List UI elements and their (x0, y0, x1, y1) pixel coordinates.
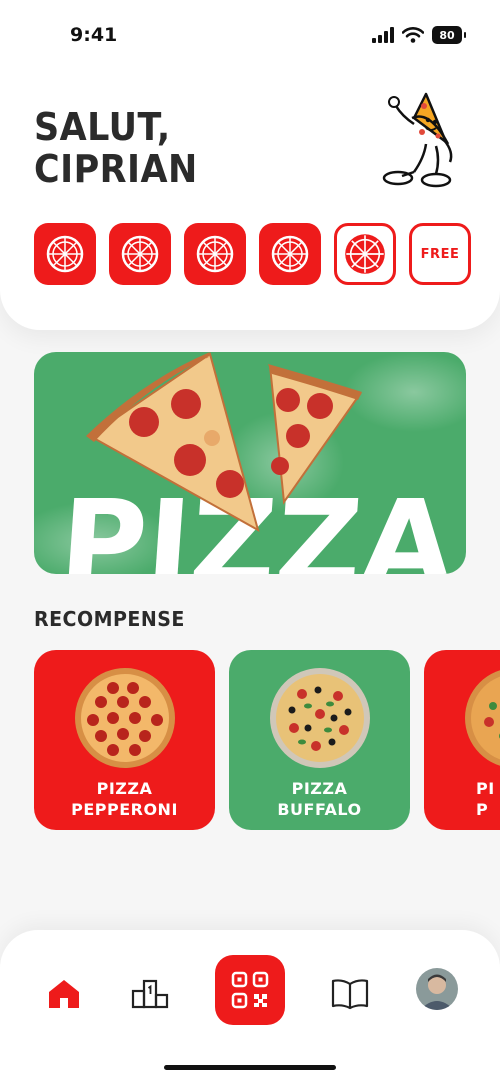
reward-card-partial[interactable]: PI P (424, 650, 500, 830)
battery-icon: 80 (432, 26, 466, 44)
tab-rankings[interactable] (129, 974, 171, 1014)
greeting-line-1: SALUT, (34, 105, 171, 149)
reward-name-line-1: PIZZA (291, 779, 348, 798)
stamp-next[interactable] (334, 223, 396, 285)
pizza-icon (196, 235, 234, 273)
stamp-earned-3[interactable] (184, 223, 246, 285)
header-card: 9:41 80 SALUT, CIPRIAN FREE (0, 0, 500, 330)
loyalty-stamps: FREE (34, 223, 471, 285)
tab-scan[interactable] (215, 955, 285, 1025)
reward-card-pepperoni[interactable]: PIZZA PEPPERONI (34, 650, 215, 830)
tab-menu[interactable] (329, 974, 371, 1014)
stamp-earned-2[interactable] (109, 223, 171, 285)
pepperoni-pizza-image (75, 668, 175, 768)
reward-name-line-2: BUFFALO (277, 800, 362, 819)
pizza-mascot-illustration (382, 92, 453, 188)
pizza-icon (345, 234, 385, 274)
pizza-icon (46, 235, 84, 273)
status-icons: 80 (372, 26, 466, 44)
book-icon (331, 979, 369, 1010)
buffalo-pizza-image (270, 668, 370, 768)
reward-name-line-2: PEPPERONI (71, 800, 178, 819)
home-indicator (164, 1065, 336, 1070)
podium-icon (131, 979, 169, 1009)
home-icon (49, 980, 79, 1008)
reward-name-line-1: PIZZA (96, 779, 153, 798)
tab-home[interactable] (44, 974, 84, 1014)
status-bar: 9:41 80 (0, 0, 500, 70)
reward-card-buffalo[interactable]: PIZZA BUFFALO (229, 650, 410, 830)
reward-name-line-1: PI (476, 779, 495, 798)
pizza-promo-image: PIZZA (34, 352, 466, 574)
bottom-tab-bar (0, 930, 500, 1080)
rewards-carousel[interactable]: PIZZA PEPPERONI PIZZA BUFFALO PI P (34, 650, 500, 830)
avatar (416, 968, 458, 1010)
wifi-icon (402, 27, 424, 43)
stamp-free-reward[interactable]: FREE (409, 223, 471, 285)
pizza-icon (121, 235, 159, 273)
greeting-title: SALUT, CIPRIAN (34, 106, 310, 190)
reward-name-line-2: P (476, 800, 489, 819)
greeting-line-2: CIPRIAN (34, 147, 198, 191)
promo-banner[interactable]: PIZZA (34, 352, 466, 574)
tab-profile[interactable] (416, 968, 458, 1010)
status-time: 9:41 (70, 24, 118, 46)
stamp-earned-1[interactable] (34, 223, 96, 285)
rewards-section-title: RECOMPENSE (34, 607, 185, 631)
cellular-signal-icon (372, 27, 394, 43)
stamp-earned-4[interactable] (259, 223, 321, 285)
qr-code-icon (231, 971, 269, 1009)
pizza-image (465, 670, 500, 766)
pizza-icon (271, 235, 309, 273)
